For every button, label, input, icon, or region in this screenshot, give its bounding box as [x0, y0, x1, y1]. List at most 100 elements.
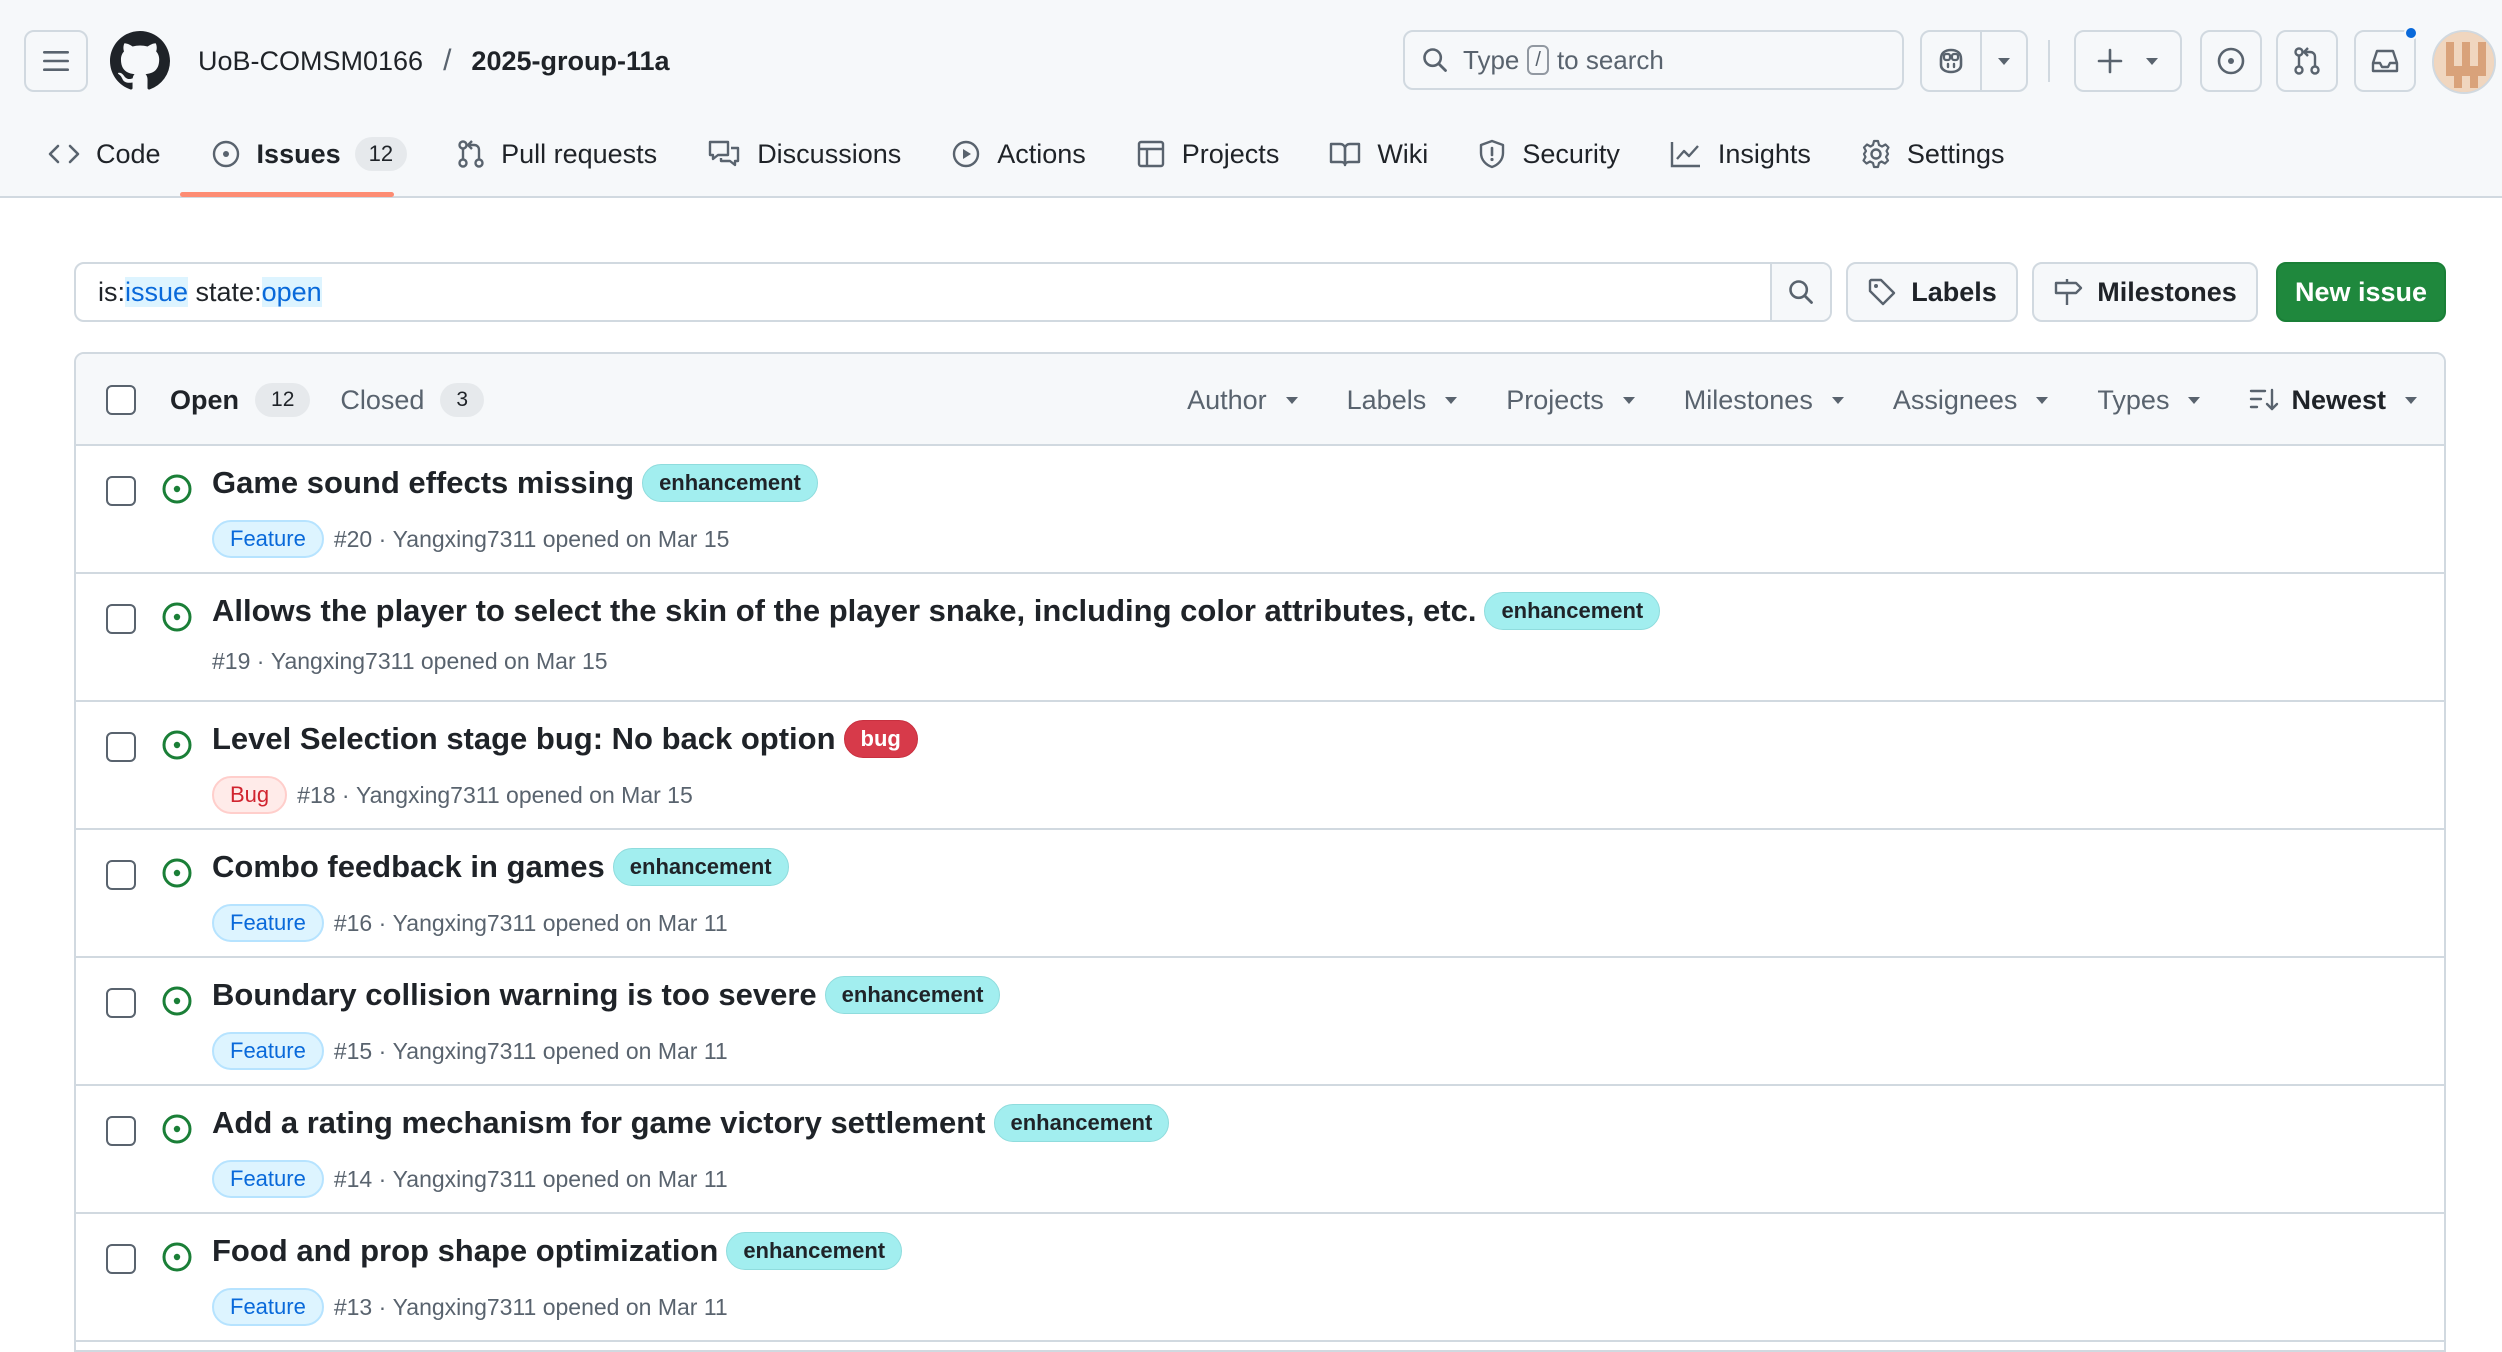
tab-actions[interactable]: Actions	[939, 128, 1098, 180]
issue-row[interactable]: Food and prop shape optimization enhance…	[76, 1214, 2444, 1342]
tab-security[interactable]: Security	[1466, 128, 1632, 180]
issue-checkbox[interactable]	[106, 1244, 136, 1274]
labels-button[interactable]: Labels	[1846, 262, 2018, 322]
closed-issues-tab[interactable]: Closed 3	[340, 383, 485, 417]
issue-opened-icon	[162, 474, 192, 504]
issue-author[interactable]: Yangxing7311	[393, 1038, 537, 1065]
tab-discussions[interactable]: Discussions	[695, 128, 913, 180]
tab-settings[interactable]: Settings	[1849, 128, 2017, 180]
milestones-filter[interactable]: Milestones	[1684, 385, 1845, 416]
issue-meta: Feature #15 · Yangxing7311 opened on Mar…	[212, 1032, 728, 1070]
issue-label[interactable]: enhancement	[612, 848, 789, 886]
github-logo-icon[interactable]	[110, 31, 170, 91]
tab-wiki[interactable]: Wiki	[1317, 128, 1440, 180]
issue-row[interactable]: Game sound effects missing enhancement F…	[76, 446, 2444, 574]
milestones-button[interactable]: Milestones	[2032, 262, 2258, 322]
author-filter[interactable]: Author	[1187, 385, 1299, 416]
issue-row[interactable]: Combo feedback in games enhancement Feat…	[76, 830, 2444, 958]
query-token: state:	[188, 276, 262, 307]
copilot-button[interactable]	[1922, 32, 1982, 90]
meta-separator: ·	[372, 909, 393, 936]
filter-query-text[interactable]: is:issue state:open	[76, 276, 1770, 308]
query-token: is:	[98, 276, 125, 307]
issue-title[interactable]: Boundary collision warning is too severe	[212, 977, 817, 1013]
filter-search-button[interactable]	[1770, 264, 1830, 320]
repo-link[interactable]: 2025-group-11a	[471, 46, 669, 77]
issue-row[interactable]: Add a rating mechanism for game victory …	[76, 1086, 2444, 1214]
select-all-checkbox[interactable]	[106, 385, 136, 415]
triangle-down-icon	[2146, 58, 2158, 65]
issue-author[interactable]: Yangxing7311	[356, 782, 500, 809]
your-issues-button[interactable]	[2200, 30, 2262, 92]
issue-title[interactable]: Add a rating mechanism for game victory …	[212, 1105, 986, 1141]
create-new-button[interactable]	[2074, 30, 2182, 92]
tab-projects[interactable]: Projects	[1124, 128, 1292, 180]
new-issue-button[interactable]: New issue	[2276, 262, 2446, 322]
issue-title[interactable]: Combo feedback in games	[212, 849, 605, 885]
open-issues-tab[interactable]: Open 12	[170, 383, 311, 417]
labels-filter[interactable]: Labels	[1347, 385, 1459, 416]
issue-meta: Feature #13 · Yangxing7311 opened on Mar…	[212, 1288, 728, 1326]
copilot-icon	[1939, 48, 1963, 74]
issue-opened-date: opened on Mar 15	[506, 781, 693, 808]
assignees-filter[interactable]: Assignees	[1893, 385, 2050, 416]
issue-row[interactable]: Allows the player to select the skin of …	[76, 574, 2444, 702]
issue-checkbox[interactable]	[106, 988, 136, 1018]
triangle-down-icon	[2036, 397, 2049, 404]
tab-code[interactable]: Code	[36, 128, 173, 180]
issue-checkbox[interactable]	[106, 732, 136, 762]
org-link[interactable]: UoB-COMSM0166	[198, 46, 423, 77]
tab-label: Actions	[997, 138, 1086, 169]
unread-notification-dot	[2404, 26, 2418, 40]
issue-opened-icon	[162, 1242, 192, 1272]
issue-author[interactable]: Yangxing7311	[393, 1166, 537, 1193]
issue-opened-icon	[162, 858, 192, 888]
issue-title[interactable]: Game sound effects missing	[212, 465, 634, 501]
issue-checkbox[interactable]	[106, 604, 136, 634]
issue-author[interactable]: Yangxing7311	[393, 526, 537, 553]
closed-tab-label: Closed	[340, 384, 425, 415]
user-avatar[interactable]	[2432, 30, 2496, 94]
global-search-input[interactable]: Type / to search	[1403, 30, 1904, 90]
issue-meta: #19 · Yangxing7311 opened on Mar 15	[212, 648, 608, 675]
types-filter[interactable]: Types	[2097, 385, 2201, 416]
notifications-button[interactable]	[2354, 30, 2416, 92]
issue-opened-icon	[162, 1114, 192, 1144]
issue-type-pill: Feature	[212, 520, 324, 558]
tab-label: Discussions	[757, 138, 902, 169]
your-pull-requests-button[interactable]	[2276, 30, 2338, 92]
issue-title[interactable]: Level Selection stage bug: No back optio…	[212, 721, 836, 757]
issue-label[interactable]: bug	[843, 720, 918, 758]
tab-issues[interactable]: Issues 12	[199, 128, 420, 180]
issue-label[interactable]: enhancement	[824, 976, 1001, 1014]
issue-checkbox[interactable]	[106, 1116, 136, 1146]
issue-title[interactable]: Food and prop shape optimization	[212, 1233, 718, 1269]
issue-title[interactable]: Allows the player to select the skin of …	[212, 593, 1476, 629]
issue-meta: Feature #16 · Yangxing7311 opened on Mar…	[212, 904, 728, 942]
menu-button[interactable]	[24, 30, 88, 92]
sort-dropdown[interactable]: Newest	[2249, 385, 2418, 416]
issue-number: #14	[333, 1165, 373, 1192]
issue-author[interactable]: Yangxing7311	[393, 1294, 537, 1321]
issue-row[interactable]: Level Selection stage bug: No back optio…	[76, 702, 2444, 830]
issue-number: #15	[333, 1037, 373, 1064]
issue-label[interactable]: enhancement	[642, 464, 818, 502]
issue-checkbox[interactable]	[106, 476, 136, 506]
issue-number: #20	[333, 525, 373, 552]
issue-row[interactable]: Boundary collision warning is too severe…	[76, 958, 2444, 1086]
issue-author[interactable]: Yangxing7311	[393, 910, 537, 937]
issue-opened-icon	[162, 986, 192, 1016]
issue-label[interactable]: enhancement	[726, 1232, 903, 1270]
issues-filter-input[interactable]: is:issue state:open	[74, 262, 1832, 322]
issue-label[interactable]: enhancement	[993, 1104, 1170, 1142]
copilot-menu-button[interactable]	[1982, 32, 2026, 90]
issue-type-pill: Bug	[212, 776, 288, 814]
tab-insights[interactable]: Insights	[1658, 128, 1823, 180]
code-icon	[48, 144, 80, 164]
projects-filter[interactable]: Projects	[1506, 385, 1636, 416]
issue-checkbox[interactable]	[106, 860, 136, 890]
issue-label[interactable]: enhancement	[1484, 592, 1661, 630]
issue-opened-date: opened on Mar 11	[542, 1293, 728, 1320]
issue-author[interactable]: Yangxing7311	[271, 648, 415, 675]
tab-pull-requests[interactable]: Pull requests	[445, 128, 669, 180]
